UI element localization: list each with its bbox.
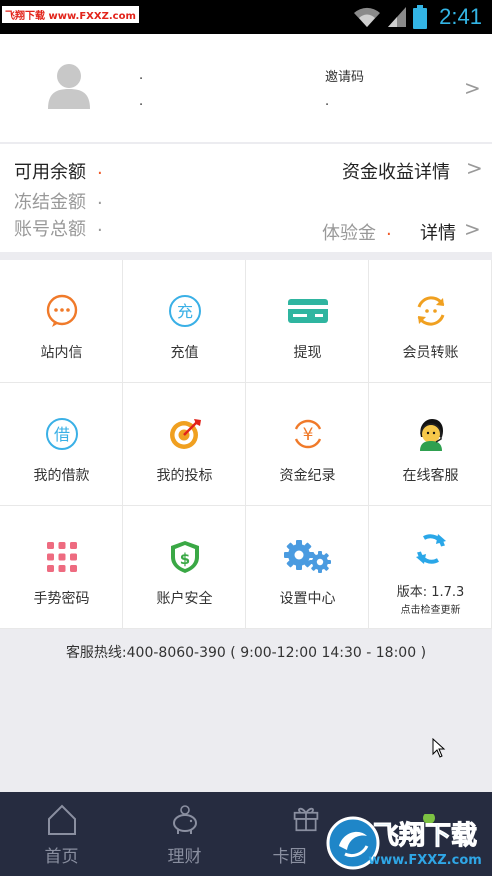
- grid-item-my-bids[interactable]: 我的投标: [123, 383, 246, 506]
- profile-card[interactable]: . . 邀请码 . >: [0, 34, 492, 142]
- battery-icon: [413, 5, 428, 29]
- trial-fund-value: .: [386, 219, 392, 240]
- grid-item-label: 我的投标: [156, 468, 213, 484]
- recharge-icon: 充: [169, 295, 201, 327]
- svg-text:www.FXXZ.com: www.FXXZ.com: [368, 853, 482, 868]
- gears-icon: [284, 540, 331, 573]
- grid-item-label: 在线客服: [402, 468, 459, 484]
- wifi-icon: [354, 7, 381, 28]
- invite-code-label: 邀请码: [325, 70, 365, 85]
- chevron-right-icon: >: [464, 217, 481, 241]
- grid-item-account-security[interactable]: $ 账户安全: [123, 506, 246, 629]
- grid-item-label: 资金纪录: [279, 468, 336, 484]
- grid-item-label: 账户安全: [156, 591, 213, 607]
- chevron-right-icon: >: [466, 156, 483, 180]
- gift-icon: [293, 807, 319, 832]
- grid-item-gesture-password[interactable]: 手势密码: [0, 506, 123, 629]
- balance-card: 可用余额 . 冻结金额 . 账号总额 . 资金收益详情 > 体验金 . 详情 >: [0, 144, 492, 252]
- grid-item-label: 手势密码: [33, 591, 90, 607]
- tab-home[interactable]: 首页: [0, 792, 123, 876]
- total-amount-value: .: [97, 215, 103, 236]
- yen-icon: ¥: [294, 419, 322, 449]
- mouse-cursor-icon: [432, 738, 446, 758]
- tab-label: 首页: [44, 847, 79, 867]
- grid-item-label: 设置中心: [279, 591, 336, 607]
- clock: 2:41: [439, 4, 482, 29]
- watermark-logo: 飞翔下载 www.FXXZ.com: [326, 814, 482, 870]
- available-balance-value: .: [97, 158, 103, 179]
- grid-item-messages[interactable]: 站内信: [0, 260, 123, 383]
- status-icons: 2:41: [353, 4, 482, 30]
- grid-item-settings[interactable]: 设置中心: [246, 506, 369, 629]
- home-icon: [48, 804, 76, 835]
- chevron-right-icon: >: [464, 76, 481, 100]
- avatar-icon: [48, 64, 90, 109]
- grid-item-fund-records[interactable]: ¥ 资金纪录: [246, 383, 369, 506]
- card-icon: [288, 299, 328, 323]
- message-icon: [46, 294, 78, 327]
- svg-text:$: $: [180, 550, 190, 568]
- invite-code-value: .: [325, 94, 330, 109]
- fund-income-detail-link[interactable]: 资金收益详情 >: [342, 156, 483, 183]
- piggy-bank-icon: [173, 805, 197, 834]
- loan-icon-glyph: 借: [54, 425, 70, 444]
- target-icon: [170, 419, 201, 449]
- transfer-icon: [417, 296, 445, 326]
- function-grid: 站内信 充 充值 提现 会员转账 借 我的借款 我的投标 ¥ 资金纪录 在线客服…: [0, 260, 492, 629]
- fund-income-detail-label: 资金收益详情: [342, 162, 450, 183]
- grid-item-online-service[interactable]: 在线客服: [369, 383, 492, 506]
- customer-service-icon: [420, 419, 443, 451]
- user-phone: .: [139, 94, 144, 109]
- grid-item-label: 充值: [170, 345, 199, 361]
- trial-fund-label: 体验金: [322, 223, 376, 244]
- frozen-amount-value: .: [97, 188, 103, 209]
- update-icon: [416, 534, 446, 564]
- available-balance-label: 可用余额: [14, 162, 86, 183]
- grid-item-version-update[interactable]: 版本: 1.7.3 点击检查更新: [369, 506, 492, 629]
- trial-detail-label: 详情: [420, 223, 456, 244]
- loan-icon: 借: [46, 418, 78, 450]
- grid-item-member-transfer[interactable]: 会员转账: [369, 260, 492, 383]
- svg-text:飞翔下载: 飞翔下载: [373, 821, 477, 851]
- total-amount-label: 账号总额: [14, 219, 86, 240]
- yen-icon-glyph: ¥: [303, 425, 314, 445]
- recharge-icon-glyph: 充: [177, 302, 193, 321]
- signal-icon: [388, 7, 407, 27]
- watermark-text: 飞翔下载 www.FXXZ.com: [2, 6, 139, 23]
- user-name: .: [139, 68, 144, 83]
- frozen-amount-label: 冻结金额: [14, 192, 86, 213]
- gesture-dots-icon: [47, 542, 77, 572]
- shield-dollar-icon: $: [171, 541, 199, 573]
- grid-item-recharge[interactable]: 充 充值: [123, 260, 246, 383]
- customer-hotline[interactable]: 客服热线:400-8060-390 ( 9:00-12:00 14:30 - 1…: [0, 642, 492, 662]
- check-update-label: 点击检查更新: [400, 605, 461, 616]
- grid-item-label: 会员转账: [402, 345, 459, 361]
- grid-item-my-loans[interactable]: 借 我的借款: [0, 383, 123, 506]
- grid-item-label: 我的借款: [33, 468, 90, 484]
- status-bar: 飞翔下载 www.FXXZ.com 2:41: [0, 0, 492, 34]
- trial-detail-link[interactable]: 详情 >: [420, 217, 484, 244]
- version-label: 版本: 1.7.3: [396, 585, 465, 600]
- grid-item-label: 站内信: [40, 345, 83, 361]
- grid-item-withdraw[interactable]: 提现: [246, 260, 369, 383]
- grid-item-label: 提现: [293, 345, 322, 361]
